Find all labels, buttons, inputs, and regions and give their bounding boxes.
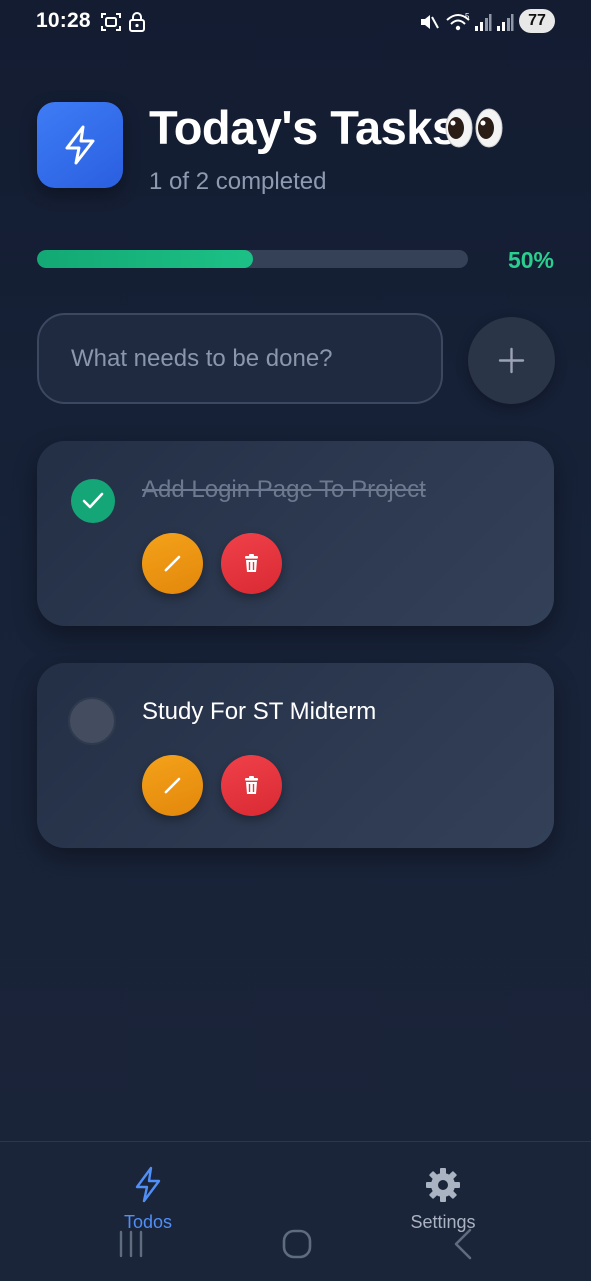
- task-checkbox-unchecked[interactable]: [68, 697, 116, 745]
- trash-icon: [245, 554, 258, 572]
- app-logo: [37, 102, 123, 188]
- task-card: Study For ST Midterm: [37, 663, 554, 848]
- home-icon[interactable]: [281, 1226, 313, 1262]
- task-checkbox-checked[interactable]: [71, 479, 115, 523]
- task-title: Study For ST Midterm: [142, 698, 377, 725]
- checkmark-icon: [82, 492, 104, 509]
- pencil-icon: [164, 777, 181, 794]
- back-icon[interactable]: [450, 1226, 476, 1262]
- nav-tab-settings[interactable]: Settings: [383, 1166, 503, 1234]
- delete-task-button[interactable]: [221, 533, 282, 594]
- mute-icon: [418, 11, 440, 33]
- progress-fill: [37, 250, 253, 268]
- progress-percent: 50%: [507, 247, 554, 273]
- add-task-button[interactable]: [468, 317, 555, 404]
- recents-icon[interactable]: [116, 1226, 146, 1262]
- progress-bar: [37, 250, 468, 268]
- task-card: Add Login Page To Project: [37, 441, 554, 626]
- eyes-emoji: [445, 108, 503, 148]
- signal-icon: [496, 11, 518, 33]
- gear-icon: [426, 1168, 460, 1202]
- trash-icon: [245, 776, 258, 794]
- page-title: Today's Tasks: [149, 101, 458, 154]
- nav-label: Todos: [123, 1212, 173, 1232]
- screenshot-icon: [100, 11, 122, 33]
- status-bar: 10:28 5 77: [0, 0, 591, 44]
- svg-text:5: 5: [465, 12, 470, 21]
- status-time: 10:28: [36, 9, 91, 32]
- lock-icon: [126, 11, 148, 33]
- plus-icon: [498, 347, 525, 374]
- task-title: Add Login Page To Project: [142, 476, 426, 503]
- delete-task-button[interactable]: [221, 755, 282, 816]
- completion-summary: 1 of 2 completed: [149, 168, 327, 195]
- app-screen: 10:28 5 77 Today's Tasks 1 of 2 complete…: [0, 0, 591, 1281]
- lightning-icon: [135, 1166, 161, 1203]
- battery-indicator: 77: [519, 9, 555, 33]
- new-task-input[interactable]: [37, 313, 443, 404]
- signal-icon: [474, 11, 496, 33]
- pencil-icon: [164, 555, 181, 572]
- nav-tab-todos[interactable]: Todos: [88, 1166, 208, 1234]
- lightning-icon: [65, 125, 95, 165]
- edit-task-button[interactable]: [142, 533, 203, 594]
- wifi-icon: 5: [446, 11, 470, 33]
- nav-label: Settings: [410, 1212, 476, 1232]
- edit-task-button[interactable]: [142, 755, 203, 816]
